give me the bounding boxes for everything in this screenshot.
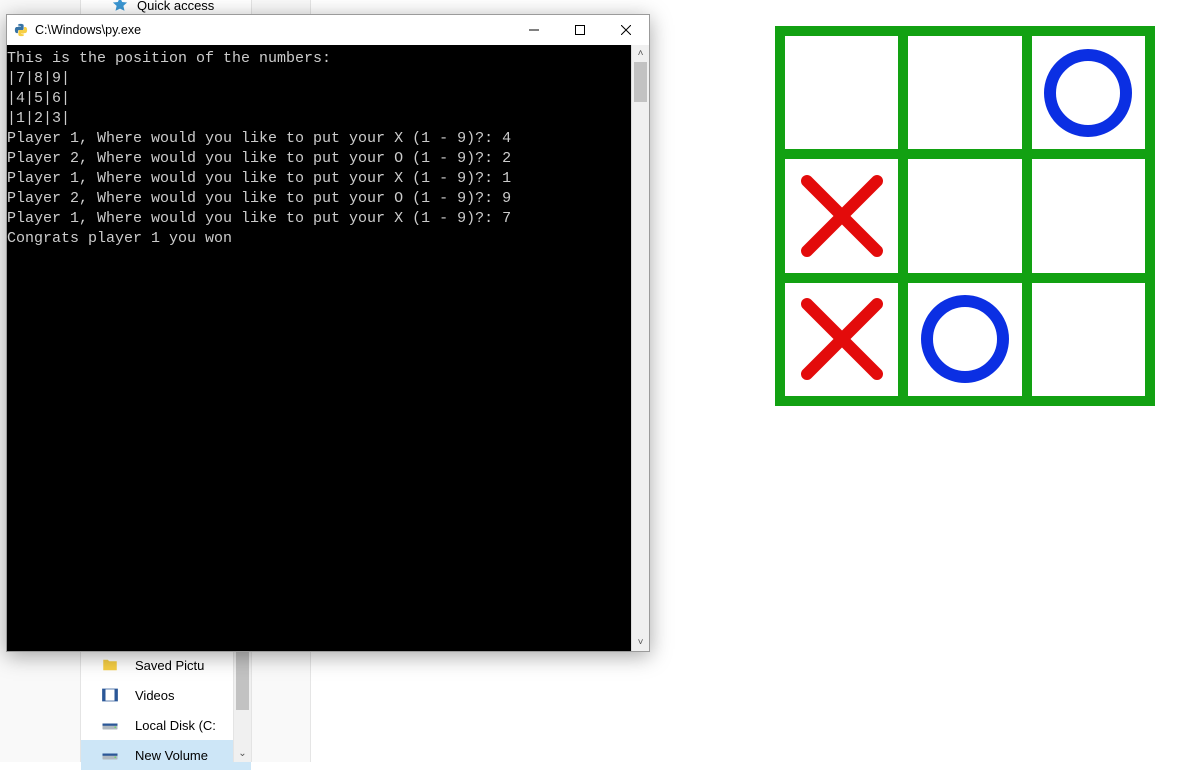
maximize-icon	[575, 25, 585, 35]
drive-icon	[101, 746, 119, 764]
cell-1[interactable]	[785, 283, 898, 396]
o-mark-icon	[915, 289, 1015, 389]
nav-item-label: Videos	[135, 688, 175, 703]
console-window: C:\Windows\py.exe This is the position o…	[6, 14, 650, 652]
cell-4[interactable]	[785, 159, 898, 272]
cell-2[interactable]	[908, 283, 1021, 396]
x-mark-icon	[792, 289, 892, 389]
python-icon	[13, 23, 29, 37]
cell-6[interactable]	[1032, 159, 1145, 272]
star-icon	[111, 0, 129, 14]
nav-item[interactable]: Saved Pictu	[81, 650, 251, 680]
window-title: C:\Windows\py.exe	[35, 23, 511, 37]
cell-5[interactable]	[908, 159, 1021, 272]
console-output[interactable]: This is the position of the numbers: |7|…	[7, 45, 632, 651]
nav-item-label: Local Disk (C:	[135, 718, 216, 733]
close-icon	[621, 25, 631, 35]
nav-item[interactable]: New Volume	[81, 740, 251, 770]
nav-item-label: New Volume	[135, 748, 208, 763]
cell-9[interactable]	[1032, 36, 1145, 149]
nav-item-label: Saved Pictu	[135, 658, 204, 673]
folder-icon	[101, 656, 119, 674]
tictactoe-board	[775, 26, 1155, 406]
quick-access-label: Quick access	[137, 0, 214, 13]
close-button[interactable]	[603, 15, 649, 45]
explorer-scroll-thumb[interactable]	[236, 650, 249, 710]
cell-3[interactable]	[1032, 283, 1145, 396]
titlebar[interactable]: C:\Windows\py.exe	[7, 15, 649, 46]
chevron-down-icon[interactable]: ⌄	[234, 745, 251, 762]
scroll-up-button[interactable]: ˄	[632, 45, 649, 62]
nav-item[interactable]: Local Disk (C:	[81, 710, 251, 740]
cell-7[interactable]	[785, 36, 898, 149]
scroll-thumb[interactable]	[634, 62, 647, 102]
x-mark-icon	[792, 166, 892, 266]
maximize-button[interactable]	[557, 15, 603, 45]
o-mark-icon	[1038, 43, 1138, 143]
drive-icon	[101, 716, 119, 734]
cell-8[interactable]	[908, 36, 1021, 149]
minimize-button[interactable]	[511, 15, 557, 45]
minimize-icon	[529, 25, 539, 35]
explorer-scrollbar[interactable]: ⌄	[233, 650, 251, 762]
console-scrollbar[interactable]: ˄ ˅	[631, 45, 649, 651]
scroll-down-button[interactable]: ˅	[632, 634, 649, 651]
video-icon	[101, 686, 119, 704]
scroll-track[interactable]	[632, 62, 649, 634]
nav-item[interactable]: Videos	[81, 680, 251, 710]
